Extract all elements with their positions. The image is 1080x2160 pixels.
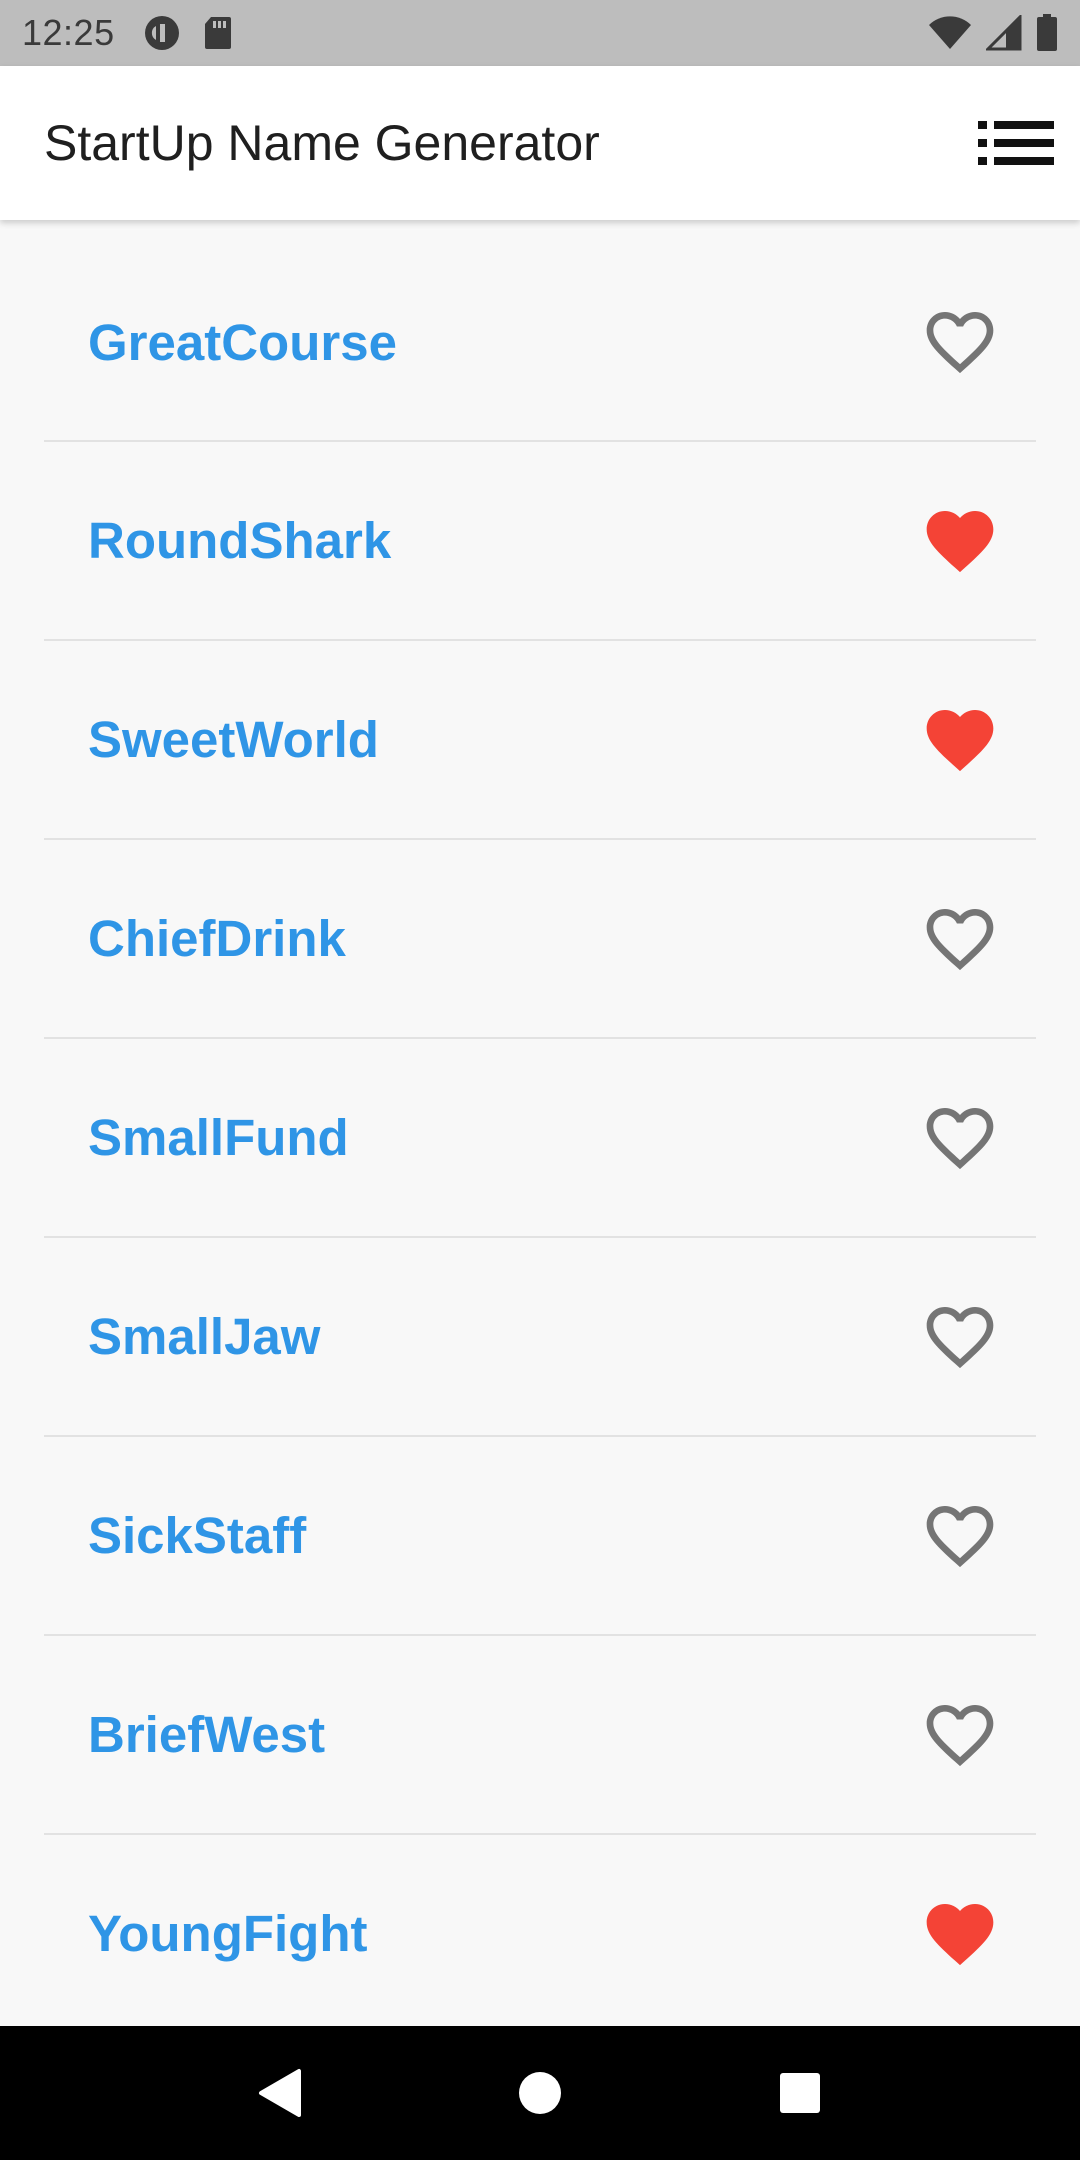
heart-outline-icon <box>926 908 994 970</box>
heart-outline-icon <box>926 1505 994 1567</box>
list-item[interactable]: ChiefDrink <box>0 840 1080 1037</box>
heart-filled-icon <box>926 510 994 572</box>
heart-outline-icon <box>926 312 994 374</box>
startup-name: BriefWest <box>88 1706 326 1763</box>
circle-app-icon <box>143 14 181 52</box>
saved-list-button[interactable] <box>974 101 1058 185</box>
app-bar: StartUp Name Generator <box>0 66 1080 220</box>
startup-name: SweetWorld <box>88 711 379 768</box>
recents-button[interactable] <box>750 2043 850 2143</box>
home-icon <box>519 2072 561 2114</box>
list-item[interactable]: SmallJaw <box>0 1238 1080 1435</box>
heart-outline-icon <box>926 1306 994 1368</box>
screen: 12:25 StartUp Name Generator GreatCourse… <box>0 0 1080 2160</box>
name-list: GreatCourse RoundShark SweetWorld ChiefDrin… <box>0 220 1080 2026</box>
favorite-button[interactable] <box>920 1695 1000 1775</box>
wifi-icon <box>928 15 972 51</box>
navigation-bar <box>0 2026 1080 2160</box>
battery-icon <box>1036 14 1058 52</box>
status-left-icons <box>143 14 233 52</box>
startup-name: SickStaff <box>88 1507 307 1564</box>
back-button[interactable] <box>230 2043 330 2143</box>
startup-name: SmallFund <box>88 1109 349 1166</box>
sd-card-icon <box>203 15 233 51</box>
heart-filled-icon <box>926 709 994 771</box>
recents-icon <box>780 2073 820 2113</box>
back-icon <box>259 2069 301 2117</box>
startup-name: SmallJaw <box>88 1308 321 1365</box>
startup-name: ChiefDrink <box>88 910 346 967</box>
list-item[interactable]: SickStaff <box>0 1437 1080 1634</box>
status-time: 12:25 <box>22 12 115 53</box>
list-item[interactable]: SweetWorld <box>0 641 1080 838</box>
saved-list-icon <box>978 121 1054 165</box>
list-item[interactable]: BriefWest <box>0 1636 1080 1833</box>
favorite-button[interactable] <box>920 1098 1000 1178</box>
status-bar: 12:25 <box>0 0 1080 66</box>
list-item[interactable]: GreatCourse <box>0 220 1080 440</box>
list-item[interactable]: SmallFund <box>0 1039 1080 1236</box>
startup-name: YoungFight <box>88 1905 368 1962</box>
favorite-button[interactable] <box>920 700 1000 780</box>
startup-name: RoundShark <box>88 512 392 569</box>
heart-filled-icon <box>926 1903 994 1965</box>
favorite-button[interactable] <box>920 501 1000 581</box>
favorite-button[interactable] <box>920 1297 1000 1377</box>
list-item[interactable]: YoungFight <box>0 1835 1080 2026</box>
app-title: StartUp Name Generator <box>44 115 600 171</box>
heart-outline-icon <box>926 1704 994 1766</box>
home-button[interactable] <box>490 2043 590 2143</box>
favorite-button[interactable] <box>920 899 1000 979</box>
heart-outline-icon <box>926 1107 994 1169</box>
list-item[interactable]: RoundShark <box>0 442 1080 639</box>
favorite-button[interactable] <box>920 1894 1000 1974</box>
favorite-button[interactable] <box>920 302 1000 382</box>
status-right-icons <box>928 14 1058 52</box>
signal-icon <box>986 15 1022 51</box>
startup-name: GreatCourse <box>88 313 397 371</box>
favorite-button[interactable] <box>920 1496 1000 1576</box>
